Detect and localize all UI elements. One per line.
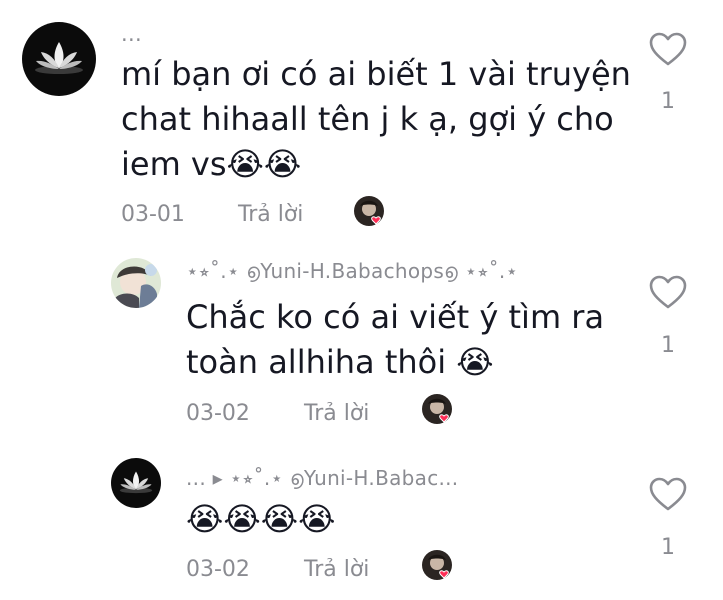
comment-text: 😭😭😭😭	[186, 500, 336, 538]
like-button[interactable]	[648, 475, 688, 515]
like-count: 1	[661, 333, 675, 358]
creator-liked-icon	[354, 196, 384, 226]
reply-button[interactable]: Trả lời	[304, 401, 369, 426]
commenter-avatar[interactable]	[111, 458, 161, 508]
comment-text: Chắc ko có ai viết ý tìm ra toàn allhiha…	[186, 298, 605, 381]
heart-outline-icon	[649, 477, 687, 511]
comment-username[interactable]: ...	[121, 22, 142, 46]
like-count: 1	[661, 535, 675, 560]
like-button[interactable]	[648, 30, 688, 70]
creator-liked-avatar	[422, 550, 452, 580]
like-button[interactable]	[648, 273, 688, 313]
comment-username[interactable]: ... ▸ ⋆⭒˚.⋆ ൭Yuni-H.Babac...	[186, 466, 458, 490]
comment-username[interactable]: ⋆⭒˚.⋆ ൭Yuni-H.Babachops൭ ⋆⭒˚.⋆	[186, 259, 518, 283]
lotus-icon	[22, 22, 96, 96]
heart-outline-icon	[649, 32, 687, 66]
creator-liked-icon	[422, 394, 452, 424]
anime-avatar-icon	[111, 258, 161, 308]
comment-date: 03-02	[186, 401, 250, 426]
commenter-avatar[interactable]	[111, 258, 161, 308]
lotus-icon	[111, 458, 161, 508]
creator-liked-icon	[422, 550, 452, 580]
creator-liked-avatar	[422, 394, 452, 424]
creator-liked-avatar	[354, 196, 384, 226]
like-count: 1	[661, 89, 675, 114]
comment-date: 03-01	[121, 202, 185, 227]
heart-outline-icon	[649, 275, 687, 309]
comment-text: mí bạn ơi có ai biết 1 vài truyện chat h…	[121, 55, 631, 183]
reply-button[interactable]: Trả lời	[238, 202, 303, 227]
commenter-avatar[interactable]	[22, 22, 96, 96]
comment-date: 03-02	[186, 557, 250, 582]
reply-button[interactable]: Trả lời	[304, 557, 369, 582]
